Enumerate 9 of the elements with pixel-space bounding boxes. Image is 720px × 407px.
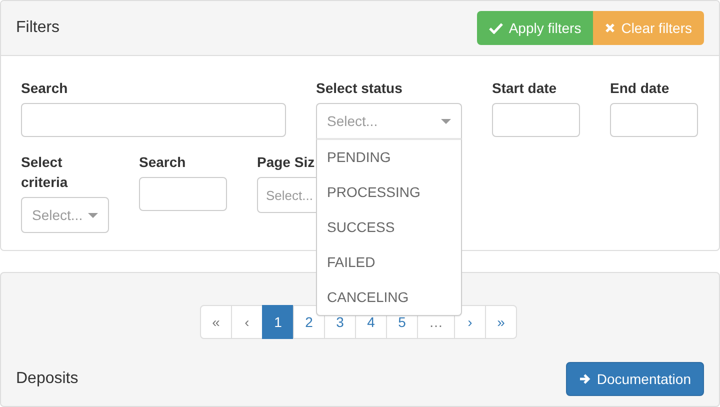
field-label: End date [610, 79, 670, 98]
field-label: Select status [316, 79, 402, 98]
field-label: Page Siz [257, 153, 315, 172]
field-label: Search [21, 79, 68, 98]
field-label: Start date [492, 79, 557, 98]
panel-title: Deposits [16, 370, 78, 388]
panel-title: Filters [16, 19, 60, 37]
field-label: Select criteria [21, 153, 69, 192]
field-label: Search [139, 153, 186, 172]
